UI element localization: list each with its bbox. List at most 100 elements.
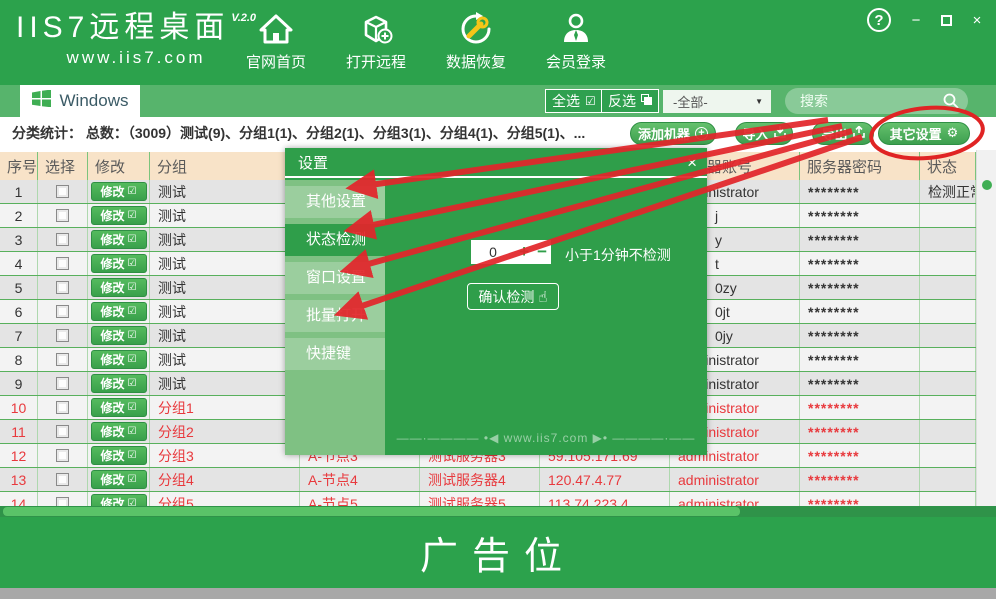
help-button[interactable]: ? [867, 8, 891, 32]
cell-status [920, 420, 976, 443]
other-settings-label: 其它设置 [890, 124, 942, 143]
row-checkbox[interactable] [56, 353, 69, 366]
cell-password: ******** [800, 420, 920, 443]
column-header: 修改 [88, 152, 150, 180]
row-checkbox[interactable] [56, 377, 69, 390]
column-header: 分组 [150, 152, 300, 180]
cell-select [38, 228, 88, 251]
modify-button[interactable]: 修改 ☑ [91, 470, 147, 489]
nav-member-login[interactable]: 会员登录 [526, 9, 626, 75]
row-checkbox[interactable] [56, 185, 69, 198]
nav-data-recovery-label: 数据恢复 [446, 51, 506, 72]
minimize-button[interactable]: − [907, 12, 925, 29]
nav-data-recovery[interactable]: 数据恢复 [426, 9, 526, 75]
invert-select-button[interactable]: 反选 [601, 89, 659, 113]
modify-button[interactable]: 修改 ☑ [91, 206, 147, 225]
modify-button[interactable]: 修改 ☑ [91, 230, 147, 249]
modify-button[interactable]: 修改 ☑ [91, 350, 147, 369]
decrement-button[interactable]: − [533, 242, 551, 262]
dialog-title: 设置 [285, 148, 707, 178]
modify-button[interactable]: 修改 ☑ [91, 398, 147, 417]
dialog-menu-item[interactable]: 状态检测 [285, 224, 387, 256]
group-filter-dropdown[interactable]: -全部- ▼ [663, 90, 771, 113]
maximize-button[interactable] [941, 15, 952, 26]
nav-member-login-label: 会员登录 [546, 51, 606, 72]
cell-modify: 修改 ☑ [88, 228, 150, 251]
cell-group: 分组2 [150, 420, 300, 443]
dialog-menu: 其他设置状态检测窗口设置批量打开快捷键 [285, 180, 385, 455]
dialog-menu-item[interactable]: 快捷键 [285, 338, 385, 370]
increment-button[interactable]: + [515, 242, 533, 262]
row-checkbox[interactable] [56, 449, 69, 462]
row-checkbox[interactable] [56, 425, 69, 438]
export-icon [853, 126, 865, 141]
checkbox-checked-icon: ☑ [128, 210, 137, 221]
site-url: www.iis7.com [16, 48, 256, 68]
modify-button[interactable]: 修改 ☑ [91, 422, 147, 441]
cell-status [920, 372, 976, 395]
modify-button[interactable]: 修改 ☑ [91, 182, 147, 201]
select-all-button[interactable]: 全选 ☑ [545, 89, 603, 113]
close-button[interactable]: × [968, 12, 986, 29]
modify-button[interactable]: 修改 ☑ [91, 374, 147, 393]
cell-index: 2 [0, 204, 38, 227]
row-checkbox[interactable] [56, 329, 69, 342]
main-nav: 官网首页 打开远程 数据恢复 会员登录 [226, 9, 626, 75]
dialog-menu-item[interactable]: 批量打开 [285, 300, 385, 332]
confirm-check-button[interactable]: 确认检测 ☝ [467, 283, 559, 310]
checkbox-checked-icon: ☑ [128, 306, 137, 317]
bottom-strip [0, 588, 996, 599]
checkbox-checked-icon: ☑ [585, 94, 596, 108]
cell-modify: 修改 ☑ [88, 468, 150, 491]
modify-label: 修改 [101, 351, 125, 368]
dialog-menu-item[interactable]: 窗口设置 [285, 262, 385, 294]
modify-button[interactable]: 修改 ☑ [91, 302, 147, 321]
row-checkbox[interactable] [56, 473, 69, 486]
modify-label: 修改 [101, 303, 125, 320]
nav-home-label: 官网首页 [246, 51, 306, 72]
cell-group: 测试 [150, 204, 300, 227]
cell-status [920, 396, 976, 419]
export-button[interactable]: 导出 [812, 122, 874, 145]
cell-modify: 修改 ☑ [88, 324, 150, 347]
checkbox-checked-icon: ☑ [128, 258, 137, 269]
modify-button[interactable]: 修改 ☑ [91, 254, 147, 273]
cell-group: 测试 [150, 372, 300, 395]
tab-bar: Windows 全选 ☑ 反选 -全部- ▼ 搜索 [0, 85, 996, 117]
interval-spinner[interactable]: 0 + − [471, 240, 551, 264]
row-checkbox[interactable] [56, 281, 69, 294]
column-header: 选择 [38, 152, 88, 180]
cell-modify: 修改 ☑ [88, 252, 150, 275]
cell-modify: 修改 ☑ [88, 300, 150, 323]
cell-index: 8 [0, 348, 38, 371]
cell-password: ******** [800, 204, 920, 227]
import-button[interactable]: 导入 [735, 122, 793, 145]
cell-index: 7 [0, 324, 38, 347]
row-checkbox[interactable] [56, 257, 69, 270]
row-checkbox[interactable] [56, 233, 69, 246]
nav-home[interactable]: 官网首页 [226, 9, 326, 75]
horizontal-scrollbar-thumb[interactable] [3, 507, 740, 516]
cell-index: 13 [0, 468, 38, 491]
add-machine-label: 添加机器 [638, 124, 690, 143]
modify-button[interactable]: 修改 ☑ [91, 278, 147, 297]
tab-windows[interactable]: Windows [20, 85, 140, 117]
row-checkbox[interactable] [56, 209, 69, 222]
dialog-close-icon[interactable]: × [687, 153, 697, 173]
modify-label: 修改 [101, 327, 125, 344]
scrollbar-thumb-dot[interactable] [982, 180, 992, 190]
modify-button[interactable]: 修改 ☑ [91, 446, 147, 465]
other-settings-button[interactable]: 其它设置 ⚙ [878, 122, 970, 145]
add-machine-button[interactable]: 添加机器 + [630, 122, 716, 145]
dialog-menu-item[interactable]: 其他设置 [285, 186, 385, 218]
search-input[interactable]: 搜索 [785, 88, 968, 114]
row-checkbox[interactable] [56, 305, 69, 318]
cell-select [38, 324, 88, 347]
nav-open-remote[interactable]: 打开远程 [326, 9, 426, 75]
modify-button[interactable]: 修改 ☑ [91, 326, 147, 345]
horizontal-scrollbar[interactable] [0, 506, 996, 517]
vertical-scrollbar[interactable] [976, 150, 996, 513]
row-checkbox[interactable] [56, 401, 69, 414]
chevron-down-icon: ▼ [755, 97, 763, 106]
ad-banner: 广告位 [0, 517, 996, 588]
